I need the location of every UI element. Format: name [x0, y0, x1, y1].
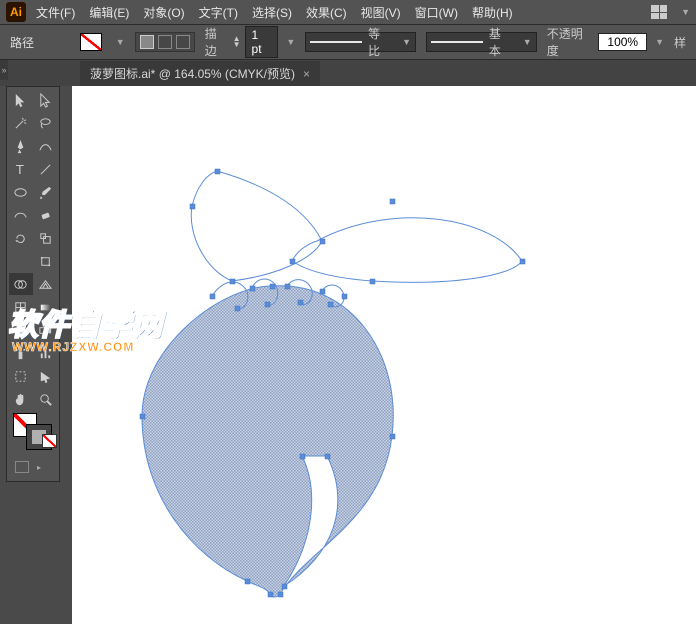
- menu-window[interactable]: 窗口(W): [415, 4, 458, 21]
- lasso-tool[interactable]: [34, 112, 58, 134]
- opacity-value[interactable]: 100%: [598, 33, 647, 51]
- screen-mode-dropdown-icon[interactable]: ▸: [37, 463, 41, 472]
- tab-title: 菠萝图标.ai* @ 164.05% (CMYK/预览): [90, 65, 295, 82]
- artboard-tool[interactable]: [9, 365, 33, 387]
- stroke-mode-3[interactable]: [176, 35, 190, 49]
- vector-artwork[interactable]: [72, 86, 696, 624]
- stroke-label[interactable]: 描边: [205, 25, 229, 59]
- screen-mode-row: ▸: [9, 457, 57, 477]
- profile-sample-icon: [310, 41, 362, 43]
- brush-label: 基本: [489, 25, 513, 59]
- watermark: 软件自学网 WWW.RJZXW.COM: [8, 300, 163, 354]
- menubar: Ai 文件(F) 编辑(E) 对象(O) 文字(T) 选择(S) 效果(C) 视…: [0, 0, 696, 24]
- eraser-tool[interactable]: [34, 204, 58, 226]
- leaf-1-path[interactable]: [191, 171, 322, 281]
- style-label[interactable]: 样: [674, 34, 686, 51]
- type-tool[interactable]: T: [9, 158, 33, 180]
- canvas-area[interactable]: [68, 86, 696, 624]
- zoom-tool[interactable]: [34, 388, 58, 410]
- workspace-switcher-icon[interactable]: [651, 5, 667, 19]
- menu-object[interactable]: 对象(O): [143, 4, 184, 21]
- opacity-dropdown-icon[interactable]: ▼: [655, 37, 664, 47]
- fruit-body-path[interactable]: [142, 286, 393, 597]
- line-segment-tool[interactable]: [34, 158, 58, 180]
- stroke-value[interactable]: 1 pt: [245, 26, 279, 58]
- svg-text:T: T: [16, 162, 24, 177]
- hand-tool[interactable]: [9, 388, 33, 410]
- free-transform-tool[interactable]: [34, 250, 58, 272]
- perspective-grid-tool[interactable]: [34, 273, 58, 295]
- artboard[interactable]: [72, 86, 696, 624]
- stroke-mode-1[interactable]: [140, 35, 154, 49]
- stroke-dropdown-icon[interactable]: ▼: [286, 37, 295, 47]
- brush-sample-icon: [431, 41, 483, 43]
- stroke-stepper[interactable]: ▲▼: [233, 36, 241, 48]
- shaper-tool[interactable]: [9, 204, 33, 226]
- direct-selection-tool[interactable]: [34, 89, 58, 111]
- watermark-main: 软件自学网: [8, 300, 163, 344]
- pen-tool[interactable]: [9, 135, 33, 157]
- ellipse-tool[interactable]: [9, 181, 33, 203]
- shape-builder-tool[interactable]: [9, 273, 33, 295]
- menu-select[interactable]: 选择(S): [252, 4, 292, 21]
- scale-tool[interactable]: [34, 227, 58, 249]
- selection-tool[interactable]: [9, 89, 33, 111]
- close-icon[interactable]: ×: [303, 67, 310, 81]
- menu-help[interactable]: 帮助(H): [472, 4, 513, 21]
- rotate-tool[interactable]: [9, 227, 33, 249]
- menu-effect[interactable]: 效果(C): [306, 4, 347, 21]
- curvature-tool[interactable]: [34, 135, 58, 157]
- profile-dropdown[interactable]: 等比 ▼: [305, 32, 416, 52]
- control-bar: 路径 ▼ 描边 ▲▼ 1 pt ▼ 等比 ▼ 基本 ▼ 不透明度 100% ▼ …: [0, 24, 696, 60]
- chevron-down-icon: ▼: [402, 37, 411, 47]
- menu-type[interactable]: 文字(T): [199, 4, 238, 21]
- menu-view[interactable]: 视图(V): [361, 4, 401, 21]
- screen-mode-normal[interactable]: [15, 461, 29, 473]
- paintbrush-tool[interactable]: [34, 181, 58, 203]
- document-tab[interactable]: 菠萝图标.ai* @ 164.05% (CMYK/预览) ×: [80, 61, 320, 86]
- profile-label: 等比: [368, 25, 392, 59]
- stroke-swatch-group[interactable]: [135, 32, 195, 52]
- chevron-down-icon[interactable]: ▼: [681, 7, 690, 17]
- dock-expand-icon[interactable]: »: [0, 60, 8, 80]
- document-tabbar: 菠萝图标.ai* @ 164.05% (CMYK/预览) ×: [0, 60, 696, 86]
- brush-dropdown[interactable]: 基本 ▼: [426, 32, 537, 52]
- stroke-mode-2[interactable]: [158, 35, 172, 49]
- app-icon: Ai: [6, 2, 26, 22]
- fill-swatch[interactable]: [80, 33, 102, 51]
- opacity-block: 不透明度 100% ▼: [547, 25, 664, 59]
- width-tool[interactable]: [9, 250, 33, 272]
- menu-items: 文件(F) 编辑(E) 对象(O) 文字(T) 选择(S) 效果(C) 视图(V…: [36, 4, 513, 21]
- leaf-2-path[interactable]: [292, 218, 522, 283]
- fill-dropdown-icon[interactable]: ▼: [116, 37, 125, 47]
- magic-wand-tool[interactable]: [9, 112, 33, 134]
- stroke-weight: 描边 ▲▼ 1 pt ▼: [205, 25, 296, 59]
- opacity-label[interactable]: 不透明度: [547, 25, 595, 59]
- color-mode-none[interactable]: [42, 434, 57, 448]
- toolbox: T ▸: [6, 86, 60, 482]
- selection-type-label: 路径: [10, 34, 70, 51]
- slice-tool[interactable]: [34, 365, 58, 387]
- menu-file[interactable]: 文件(F): [36, 4, 75, 21]
- menu-edit[interactable]: 编辑(E): [89, 4, 129, 21]
- chevron-down-icon: ▼: [523, 37, 532, 47]
